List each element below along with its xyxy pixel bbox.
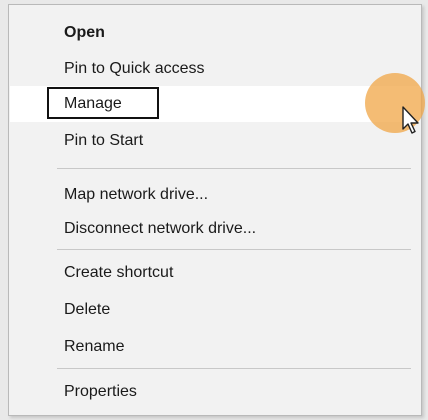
menu-item-delete[interactable]: Delete [10,292,420,328]
menu-item-open[interactable]: Open [10,15,420,51]
menu-item-label: Properties [64,383,137,400]
menu-item-label: Open [64,24,105,41]
mouse-pointer-icon [401,106,423,136]
menu-item-label: Delete [64,301,111,318]
menu-item-create-shortcut[interactable]: Create shortcut [10,255,420,291]
menu-item-label: Pin to Quick access [64,60,205,77]
menu-separator [57,249,411,250]
menu-separator [57,168,411,169]
menu-item-pin-to-quick-access[interactable]: Pin to Quick access [10,51,420,87]
menu-item-label: Rename [64,338,125,355]
menu-item-map-network-drive[interactable]: Map network drive... [10,177,420,213]
menu-item-disconnect-network-drive[interactable]: Disconnect network drive... [10,211,420,247]
menu-item-label: Create shortcut [64,264,174,281]
menu-separator [57,368,411,369]
menu-item-label: Map network drive... [64,186,209,203]
menu-item-label: Disconnect network drive... [64,220,257,237]
context-menu: Open Pin to Quick access Manage Pin to S… [8,4,422,416]
menu-item-manage[interactable]: Manage [10,86,420,122]
menu-item-label: Pin to Start [64,132,144,149]
menu-item-rename[interactable]: Rename [10,329,420,365]
menu-item-properties[interactable]: Properties [10,374,420,410]
menu-item-pin-to-start[interactable]: Pin to Start [10,123,420,159]
menu-item-label: Manage [64,95,122,112]
